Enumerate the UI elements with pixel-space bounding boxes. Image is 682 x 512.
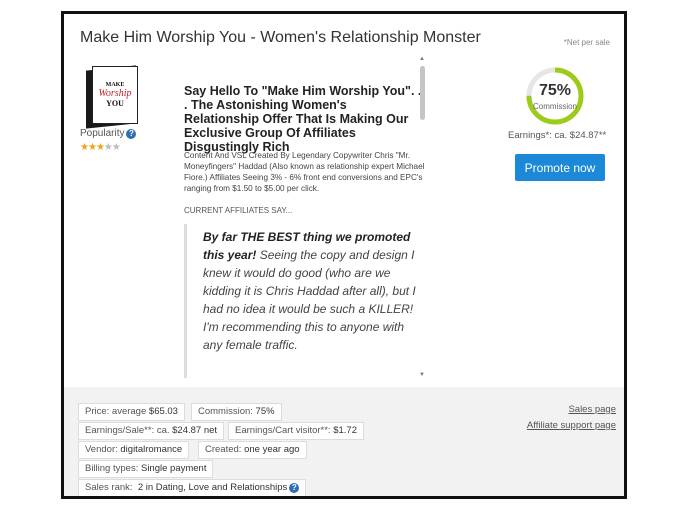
star-icon: ★ [80, 142, 89, 153]
description-panel[interactable]: Say Hello To "Make Him Worship You". . .… [174, 56, 426, 378]
help-icon[interactable]: ? [289, 483, 300, 493]
rating-stars: ★★★★★ [80, 142, 121, 153]
earnings-cart-label: Earnings/Cart visitor**: [235, 425, 331, 436]
testimonial-quote: By far THE BEST thing we promoted this y… [184, 224, 420, 378]
promote-now-button[interactable]: Promote now [515, 154, 605, 181]
earnings-estimate: Earnings*: ca. $24.87** [508, 130, 607, 141]
product-box-image[interactable]: MAKE Worship YOU [86, 65, 142, 129]
product-card: Make Him Worship You - Women's Relations… [61, 11, 627, 499]
box-text-2: Worship [98, 88, 132, 99]
commission-tag: Commission: 75% [191, 403, 282, 421]
earnings-sale-label: Earnings/Sale**: ca. [85, 425, 170, 436]
description-scrollbar[interactable]: ▲ ▼ [419, 56, 427, 378]
popularity: Popularity ? [80, 128, 137, 139]
earnings-cart-value: $1.72 [333, 425, 357, 436]
price-value: $65.03 [148, 406, 178, 417]
sales-rank-tag: Sales rank: 2 in Dating, Love and Relati… [78, 479, 307, 496]
affiliate-support-link[interactable]: Affiliate support page [527, 420, 616, 431]
scroll-down-icon[interactable]: ▼ [419, 372, 425, 378]
price-tag: Price: average $65.03 [78, 403, 185, 421]
product-title: Make Him Worship You - Women's Relations… [80, 29, 481, 46]
earnings-cart-tag: Earnings/Cart visitor**: $1.72 [228, 422, 364, 440]
description-headline: Say Hello To "Make Him Worship You". . .… [184, 84, 422, 154]
current-affiliates-label: CURRENT AFFILIATES SAY... [184, 206, 293, 215]
created-label: Created: [205, 444, 242, 455]
commission-tag-value: 75% [255, 406, 275, 417]
scroll-up-icon[interactable]: ▲ [419, 56, 425, 62]
price-label: Price: average [85, 406, 147, 417]
star-icon: ★ [111, 142, 121, 153]
commission-percent: 75% [538, 82, 572, 99]
earnings-sale-tag: Earnings/Sale**: ca. $24.87 net [78, 422, 225, 440]
commission-gauge: 75% Commission [525, 66, 585, 126]
created-value: one year ago [244, 444, 300, 455]
star-icon: ★ [87, 142, 97, 153]
sales-rank-label: Sales rank: [85, 482, 133, 493]
star-icon: ★ [95, 142, 105, 153]
vendor-label: Vendor: [85, 444, 118, 455]
vendor-tag: Vendor: digitalromance [78, 441, 190, 459]
description-body: Content And VSL Created By Legendary Cop… [184, 151, 425, 193]
vendor-value[interactable]: digitalromance [120, 444, 182, 455]
stats-section: Price: average $65.03 Commission: 75% Ea… [64, 387, 624, 496]
scrollbar-thumb[interactable] [420, 66, 425, 120]
sales-page-link[interactable]: Sales page [568, 404, 616, 415]
popularity-label: Popularity [80, 128, 125, 139]
box-text-3: YOU [106, 99, 124, 108]
commission-label: Commission [532, 102, 577, 111]
help-icon[interactable]: ? [126, 128, 137, 139]
sales-rank-value: 2 in Dating, Love and Relationships [137, 482, 288, 493]
billing-tag: Billing types: Single payment [78, 460, 214, 478]
net-per-sale-note: *Net per sale [563, 38, 610, 47]
commission-tag-label: Commission: [198, 406, 253, 417]
quote-text: Seeing the copy and design I knew it wou… [203, 248, 416, 352]
star-icon: ★ [103, 142, 113, 153]
billing-value: Single payment [140, 463, 207, 474]
created-tag: Created: one year ago [198, 441, 307, 459]
billing-label: Billing types: [85, 463, 139, 474]
earnings-sale-value: $24.87 net [172, 425, 218, 436]
